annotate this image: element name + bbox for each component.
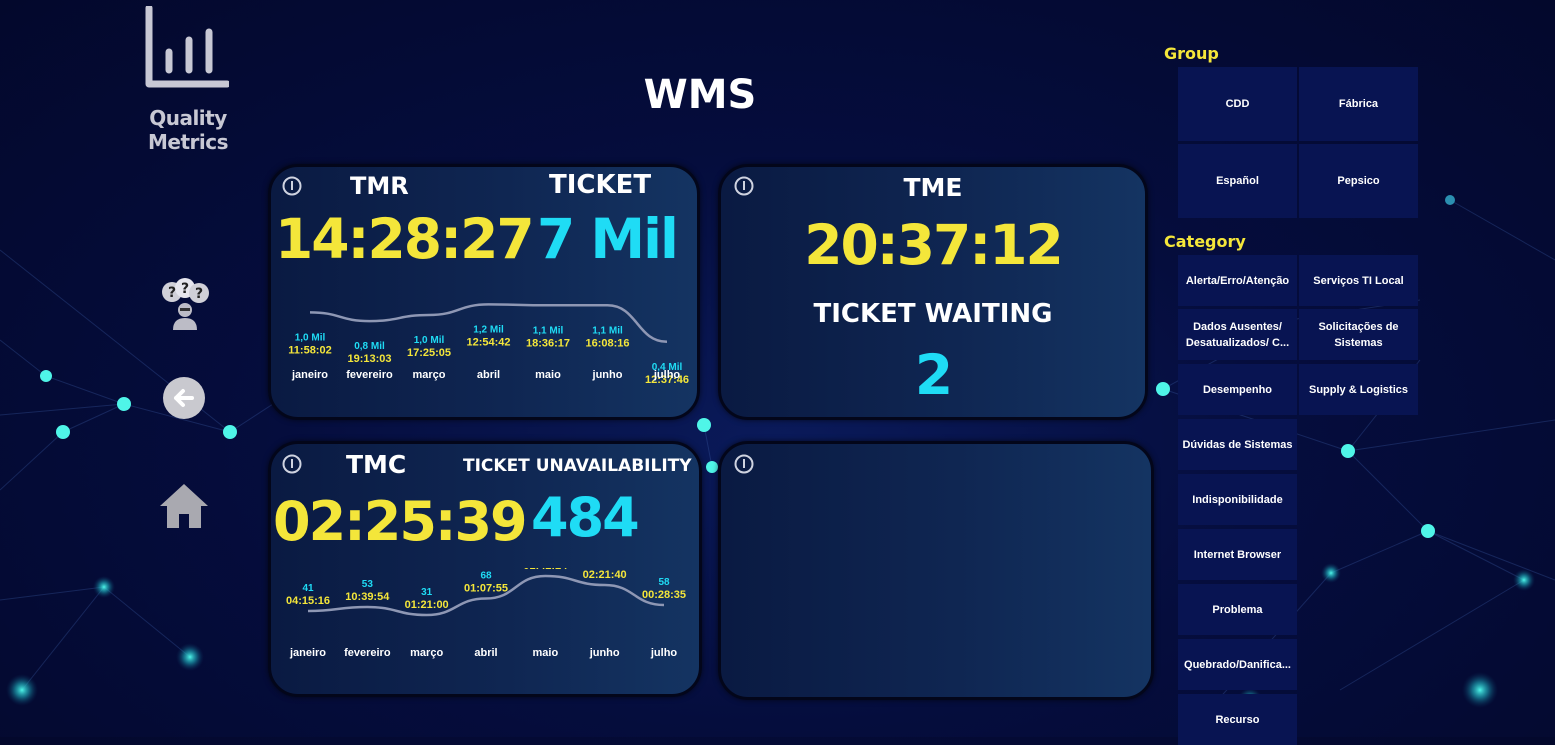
data-label-count: 1,1 Mil [533,325,564,336]
data-label-count: 58 [658,577,670,588]
ticket-unavailability-value: 484 [531,486,640,549]
data-label-time: 00:28:35 [642,589,686,601]
data-label-count: 31 [421,587,433,598]
tmc-label: TMC [346,450,407,479]
category-tile-recurso[interactable]: Recurso [1178,694,1297,745]
x-tick-label: março [412,369,445,381]
category-tile-problema[interactable]: Problema [1178,584,1297,635]
data-label-time: 04:15:16 [286,595,330,607]
page-title: WMS [643,72,757,118]
tmc-trend-chart: 4104:15:16janeiro5310:39:54fevereiro3101… [286,568,686,659]
x-tick-label: maio [532,647,558,659]
data-label-count: 0,8 Mil [354,341,385,352]
group-tile-fabrica[interactable]: Fábrica [1299,67,1418,141]
info-icon[interactable] [734,454,754,474]
group-title: Group [1164,44,1219,63]
x-tick-label: julho [653,369,681,381]
svg-text:?: ? [181,281,189,297]
ticket-label: TICKET [549,170,652,200]
tme-value: 20:37:12 [804,213,1064,277]
tmr-label: TMR [350,172,409,200]
ticket-value: 7 Mil [537,207,679,271]
data-label-count: 68 [480,571,492,582]
category-tile-servicos-ti[interactable]: Serviços TI Local [1299,255,1418,306]
svg-text:?: ? [168,285,176,301]
x-tick-label: junho [592,369,623,381]
group-tile-espanol[interactable]: Español [1178,144,1297,218]
info-icon[interactable] [282,454,302,474]
back-arrow-icon[interactable] [162,376,206,420]
tmr-card: TMR TICKET 14:28:27 7 Mil 1,0 Mil 11:58:0… [268,164,700,420]
data-label-time: 01:21:00 [405,599,449,611]
tmc-value: 02:25:39 [273,490,528,553]
data-label-time: 02:21:40 [583,569,627,581]
category-tile-duvidas[interactable]: Dúvidas de Sistemas [1178,419,1297,470]
data-label-count: 53 [362,579,374,590]
x-tick-label: março [410,647,443,659]
data-label-count: 1,2 Mil [473,324,504,335]
help-people-icon[interactable]: ? ? ? [158,278,212,332]
logo-text: Quality Metrics [147,106,229,154]
x-tick-label: janeiro [291,369,328,381]
x-tick-label: fevereiro [344,647,391,659]
data-label-time: 11:58:02 [288,344,331,356]
tmr-value: 14:28:27 [275,207,535,271]
x-tick-label: abril [474,647,497,659]
ticket-waiting-label: TICKET WAITING [813,299,1053,329]
data-label-count: 1,0 Mil [414,335,445,346]
data-label-time: 01:07:55 [464,583,508,595]
empty-card [718,441,1154,700]
data-label-time: 19:13:03 [347,353,391,365]
data-label-count: 41 [302,583,314,594]
x-tick-label: julho [650,647,678,659]
x-tick-label: abril [477,369,500,381]
data-label-time: 01:42:24 [523,568,568,572]
tmr-trend-chart: 1,0 Mil11:58:02janeiro0,8 Mil19:13:03fev… [288,303,689,384]
ticket-waiting-value: 2 [914,343,953,407]
x-tick-label: junho [589,647,620,659]
category-tile-dados-ausentes[interactable]: Dados Ausentes/ Desatualizados/ C... [1178,309,1297,360]
category-tile-quebrado[interactable]: Quebrado/Danifica... [1178,639,1297,690]
data-label-time: 17:25:05 [407,347,451,359]
data-label-time: 10:39:54 [345,591,390,603]
tme-label: TME [903,173,963,202]
home-icon[interactable] [158,482,210,530]
data-label-time: 16:08:16 [585,337,629,349]
group-tile-cdd[interactable]: CDD [1178,67,1297,141]
x-tick-label: fevereiro [346,369,393,381]
category-tile-supply-logistics[interactable]: Supply & Logistics [1299,364,1418,415]
category-tile-solicitacoes[interactable]: Solicitações de Sistemas [1299,309,1418,360]
data-label-count: 1,1 Mil [592,325,623,336]
category-tile-desempenho[interactable]: Desempenho [1178,364,1297,415]
category-tile-indisponibilidade[interactable]: Indisponibilidade [1178,474,1297,525]
bar-chart-logo-icon [145,6,229,88]
data-label-count: 1,0 Mil [295,332,326,343]
tmc-card: TMC TICKET UNAVAILABILITY 02:25:39 484 4… [268,441,702,697]
info-icon[interactable] [282,176,302,196]
ticket-unavailability-label: TICKET UNAVAILABILITY [463,456,692,476]
data-label-time: 12:54:42 [466,336,510,348]
category-tile-internet-browser[interactable]: Internet Browser [1178,529,1297,580]
tme-card: TME 20:37:12 TICKET WAITING 2 [718,164,1148,420]
category-tile-alerta[interactable]: Alerta/Erro/Atenção [1178,255,1297,306]
x-tick-label: maio [535,369,561,381]
data-label-time: 18:36:17 [526,337,570,349]
x-tick-label: janeiro [289,647,326,659]
svg-text:?: ? [195,286,203,302]
group-tile-pepsico[interactable]: Pepsico [1299,144,1418,218]
category-title: Category [1164,232,1246,251]
